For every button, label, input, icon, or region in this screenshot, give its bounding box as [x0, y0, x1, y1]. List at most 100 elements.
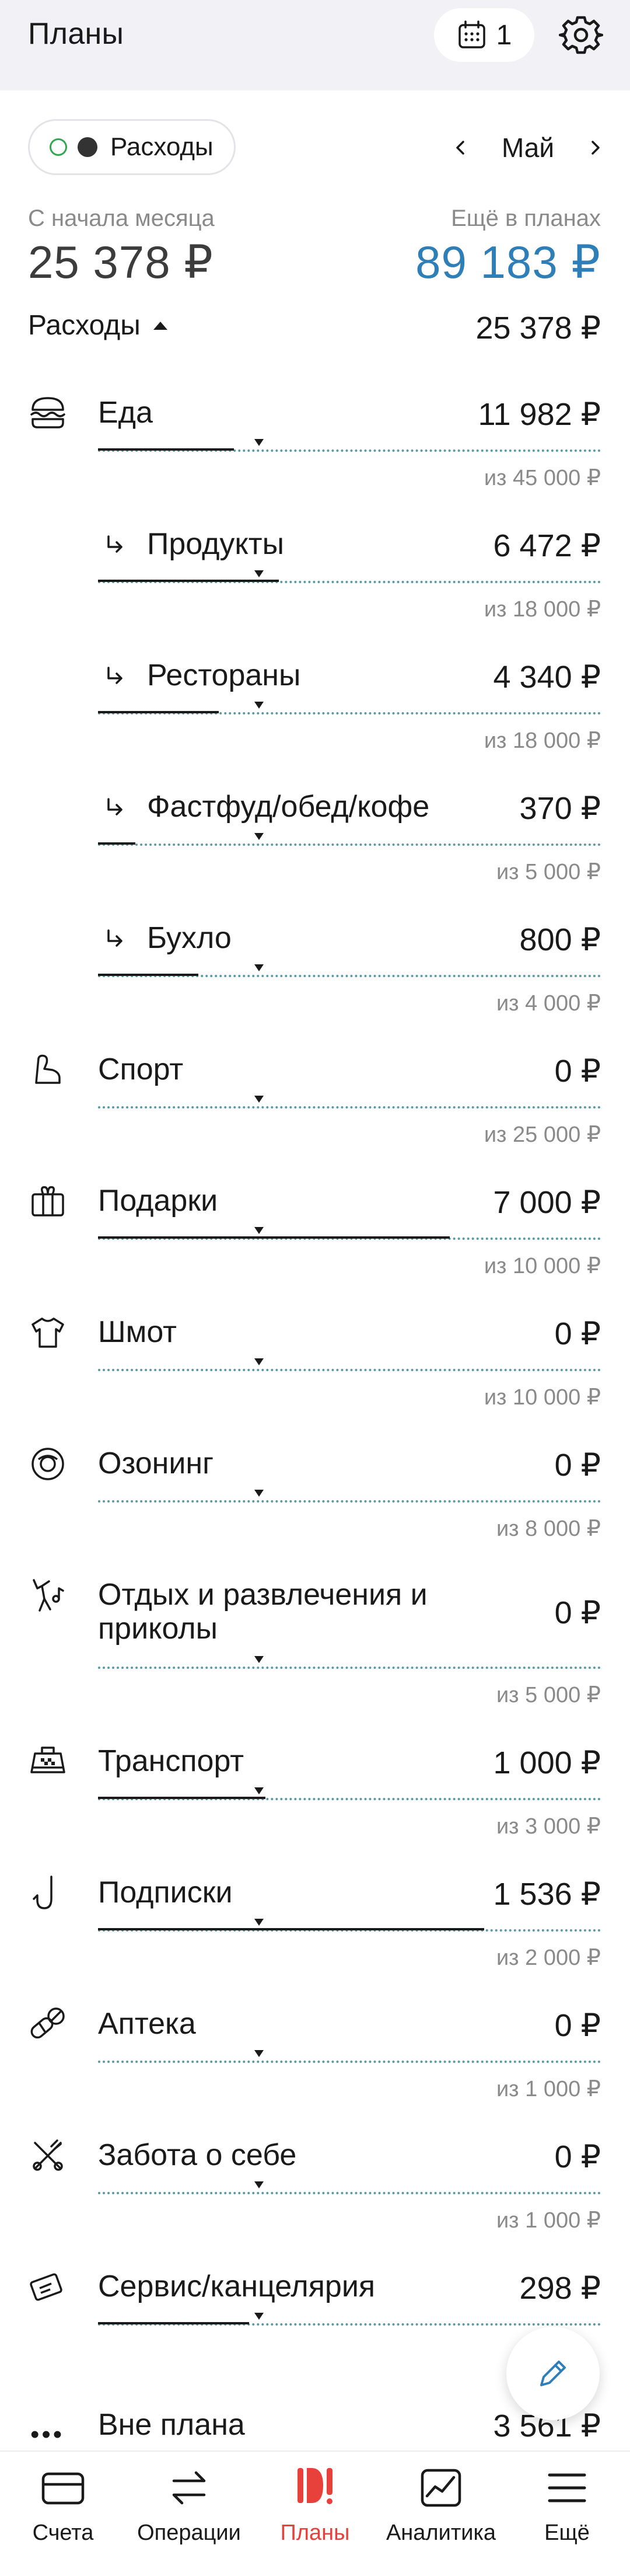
subcategory-arrow-icon — [107, 667, 123, 684]
category-amount: 298 ₽ — [519, 2271, 601, 2306]
month-label[interactable]: Май — [502, 132, 554, 163]
dropdown-caret-icon[interactable] — [254, 1656, 264, 1663]
category-row-groceries[interactable]: Продукты 6 472 ₽ из 18 000 ₽ — [0, 522, 630, 654]
category-name: Рестораны — [147, 658, 301, 692]
collapse-icon — [153, 321, 167, 330]
category-name: Еда — [98, 396, 153, 430]
category-row-transport[interactable]: Транспорт 1 000 ₽ из 3 000 ₽ — [0, 1740, 630, 1871]
dropdown-caret-icon[interactable] — [254, 570, 264, 577]
nav-analytics[interactable]: Аналитика — [378, 2463, 504, 2557]
dropdown-caret-icon[interactable] — [254, 2050, 264, 2057]
calendar-count: 1 — [496, 19, 512, 51]
category-name-line1: Отдых и развлечения и — [98, 1578, 428, 1612]
category-name: Подарки — [98, 1184, 218, 1218]
category-name: Отдых и развлечения и приколы — [98, 1578, 428, 1646]
top-bar: Планы 1 — [0, 0, 630, 90]
progress-fill — [98, 580, 279, 582]
dropdown-caret-icon[interactable] — [254, 439, 264, 446]
category-name: Забота о себе — [98, 2138, 297, 2172]
section-toggle[interactable]: Расходы — [28, 309, 167, 341]
calendar-icon — [458, 20, 485, 48]
category-row-drinks[interactable]: Бухло 800 ₽ из 4 000 ₽ — [0, 916, 630, 1048]
progress-fill — [98, 1236, 450, 1239]
calendar-button[interactable]: 1 — [434, 8, 534, 62]
category-name: Сервис/канцелярия — [98, 2270, 376, 2303]
dropdown-caret-icon[interactable] — [254, 1787, 264, 1794]
nav-plans[interactable]: Планы — [252, 2463, 378, 2557]
dropdown-caret-icon[interactable] — [254, 833, 264, 840]
dropdown-caret-icon[interactable] — [254, 1919, 264, 1926]
category-plan: из 1 000 ₽ — [496, 2208, 601, 2233]
dropdown-caret-icon[interactable] — [254, 964, 264, 971]
category-row-sport[interactable]: Спорт 0 ₽ из 25 000 ₽ — [0, 1048, 630, 1179]
unplanned-label: Вне плана — [98, 2408, 245, 2442]
category-plan: из 18 000 ₽ — [484, 597, 601, 622]
category-row-pharmacy[interactable]: Аптека 0 ₽ из 1 000 ₽ — [0, 2002, 630, 2134]
pill-icon — [30, 2007, 65, 2039]
dropdown-caret-icon[interactable] — [254, 1096, 264, 1103]
category-plan: из 1 000 ₽ — [496, 2077, 601, 2101]
category-name: Фастфуд/обед/кофе — [147, 790, 430, 824]
pencil-icon — [540, 2361, 566, 2386]
category-row-ozon[interactable]: Озонинг 0 ₽ из 8 000 ₽ — [0, 1442, 630, 1573]
progress-track — [98, 2061, 601, 2063]
dropdown-caret-icon[interactable] — [254, 2181, 264, 2188]
category-plan: из 10 000 ₽ — [484, 1254, 601, 1278]
nav-operations[interactable]: Операции — [126, 2463, 252, 2557]
section-total: 25 378 ₽ — [475, 311, 601, 346]
gift-icon — [32, 1186, 64, 1216]
category-amount: 1 000 ₽ — [493, 1745, 601, 1780]
category-row-clothes[interactable]: Шмот 0 ₽ из 10 000 ₽ — [0, 1310, 630, 1442]
spent-label: С начала месяца — [28, 205, 215, 231]
progress-fill — [98, 711, 219, 713]
category-amount: 370 ₽ — [519, 791, 601, 826]
category-amount: 0 ₽ — [554, 1595, 601, 1630]
progress-track — [98, 843, 601, 846]
category-plan: из 5 000 ₽ — [496, 860, 601, 884]
dropdown-caret-icon[interactable] — [254, 1227, 264, 1234]
bottom-nav: Счета Операции Планы Аналитика Ещё — [0, 2450, 630, 2576]
chart-icon — [421, 2469, 461, 2507]
category-plan: из 10 000 ₽ — [484, 1385, 601, 1410]
category-row-gifts[interactable]: Подарки 7 000 ₽ из 10 000 ₽ — [0, 1179, 630, 1310]
plans-icon — [298, 2468, 332, 2504]
category-row-restaurants[interactable]: Рестораны 4 340 ₽ из 18 000 ₽ — [0, 654, 630, 785]
subcategory-arrow-icon — [107, 535, 123, 553]
income-dot-icon — [50, 138, 67, 156]
category-amount: 0 ₽ — [554, 1448, 601, 1483]
type-filter-chip[interactable]: Расходы — [28, 119, 236, 175]
category-row-food[interactable]: Еда 11 982 ₽ из 45 000 ₽ — [0, 391, 630, 522]
chevron-right-icon[interactable] — [583, 136, 607, 159]
category-row-self-care[interactable]: Забота о себе 0 ₽ из 1 000 ₽ — [0, 2134, 630, 2265]
nav-label: Операции — [137, 2521, 241, 2545]
dropdown-caret-icon[interactable] — [254, 2313, 264, 2320]
category-name: Аптека — [98, 2007, 196, 2041]
category-name: Шмот — [98, 1315, 177, 1349]
dropdown-caret-icon[interactable] — [254, 1490, 264, 1497]
category-row-subscriptions[interactable]: Подписки 1 536 ₽ из 2 000 ₽ — [0, 1871, 630, 2002]
category-row-fastfood[interactable]: Фастфуд/обед/кофе 370 ₽ из 5 000 ₽ — [0, 785, 630, 916]
category-name: Подписки — [98, 1876, 233, 1909]
progress-fill — [98, 448, 234, 451]
more-dots-icon: ••• — [30, 2420, 65, 2449]
ozon-icon — [32, 1448, 64, 1480]
edit-button[interactable] — [506, 2327, 600, 2420]
chevron-left-icon[interactable] — [449, 136, 473, 159]
progress-fill — [98, 1797, 265, 1799]
nav-accounts[interactable]: Счета — [0, 2463, 126, 2557]
category-amount: 11 982 ₽ — [478, 397, 601, 432]
dropdown-caret-icon[interactable] — [254, 702, 264, 709]
category-plan: из 3 000 ₽ — [496, 1814, 601, 1839]
category-row-entertainment[interactable]: Отдых и развлечения и приколы 0 ₽ из 5 0… — [0, 1573, 630, 1740]
category-name: Озонинг — [98, 1446, 214, 1480]
dropdown-caret-icon[interactable] — [254, 1358, 264, 1365]
category-plan: из 2 000 ₽ — [496, 1946, 601, 1970]
category-amount: 1 536 ₽ — [493, 1877, 601, 1912]
progress-fill — [98, 2322, 249, 2324]
gear-icon[interactable] — [559, 13, 603, 57]
nav-more[interactable]: Ещё — [504, 2463, 630, 2557]
category-amount: 4 340 ₽ — [493, 660, 601, 695]
nav-label: Планы — [280, 2521, 350, 2545]
nav-label: Ещё — [544, 2521, 590, 2545]
expense-dot-icon — [78, 137, 97, 157]
